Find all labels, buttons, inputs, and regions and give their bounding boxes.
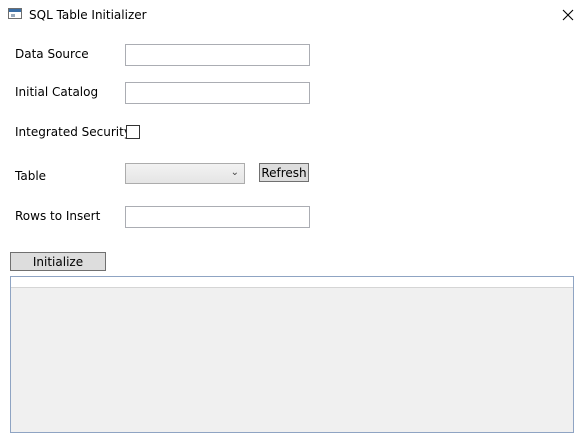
refresh-button[interactable]: Refresh: [259, 163, 309, 182]
table-label: Table: [15, 169, 47, 183]
close-button[interactable]: [556, 5, 580, 25]
data-source-input[interactable]: [125, 44, 310, 66]
window-title: SQL Table Initializer: [29, 8, 147, 22]
data-source-label: Data Source: [15, 47, 89, 61]
app-window-icon: [8, 8, 22, 19]
chevron-down-icon: ⌄: [230, 167, 239, 178]
initial-catalog-label: Initial Catalog: [15, 85, 99, 99]
grid-header: [11, 277, 573, 288]
initial-catalog-input[interactable]: [125, 82, 310, 104]
rows-to-insert-label: Rows to Insert: [15, 209, 101, 223]
close-icon: [562, 9, 574, 21]
integrated-security-label: Integrated Security: [15, 125, 131, 139]
rows-to-insert-input[interactable]: [125, 206, 310, 228]
results-grid[interactable]: [10, 276, 574, 433]
table-select[interactable]: ⌄: [125, 163, 245, 184]
integrated-security-checkbox[interactable]: [126, 125, 140, 139]
initialize-button[interactable]: Initialize: [10, 252, 106, 271]
